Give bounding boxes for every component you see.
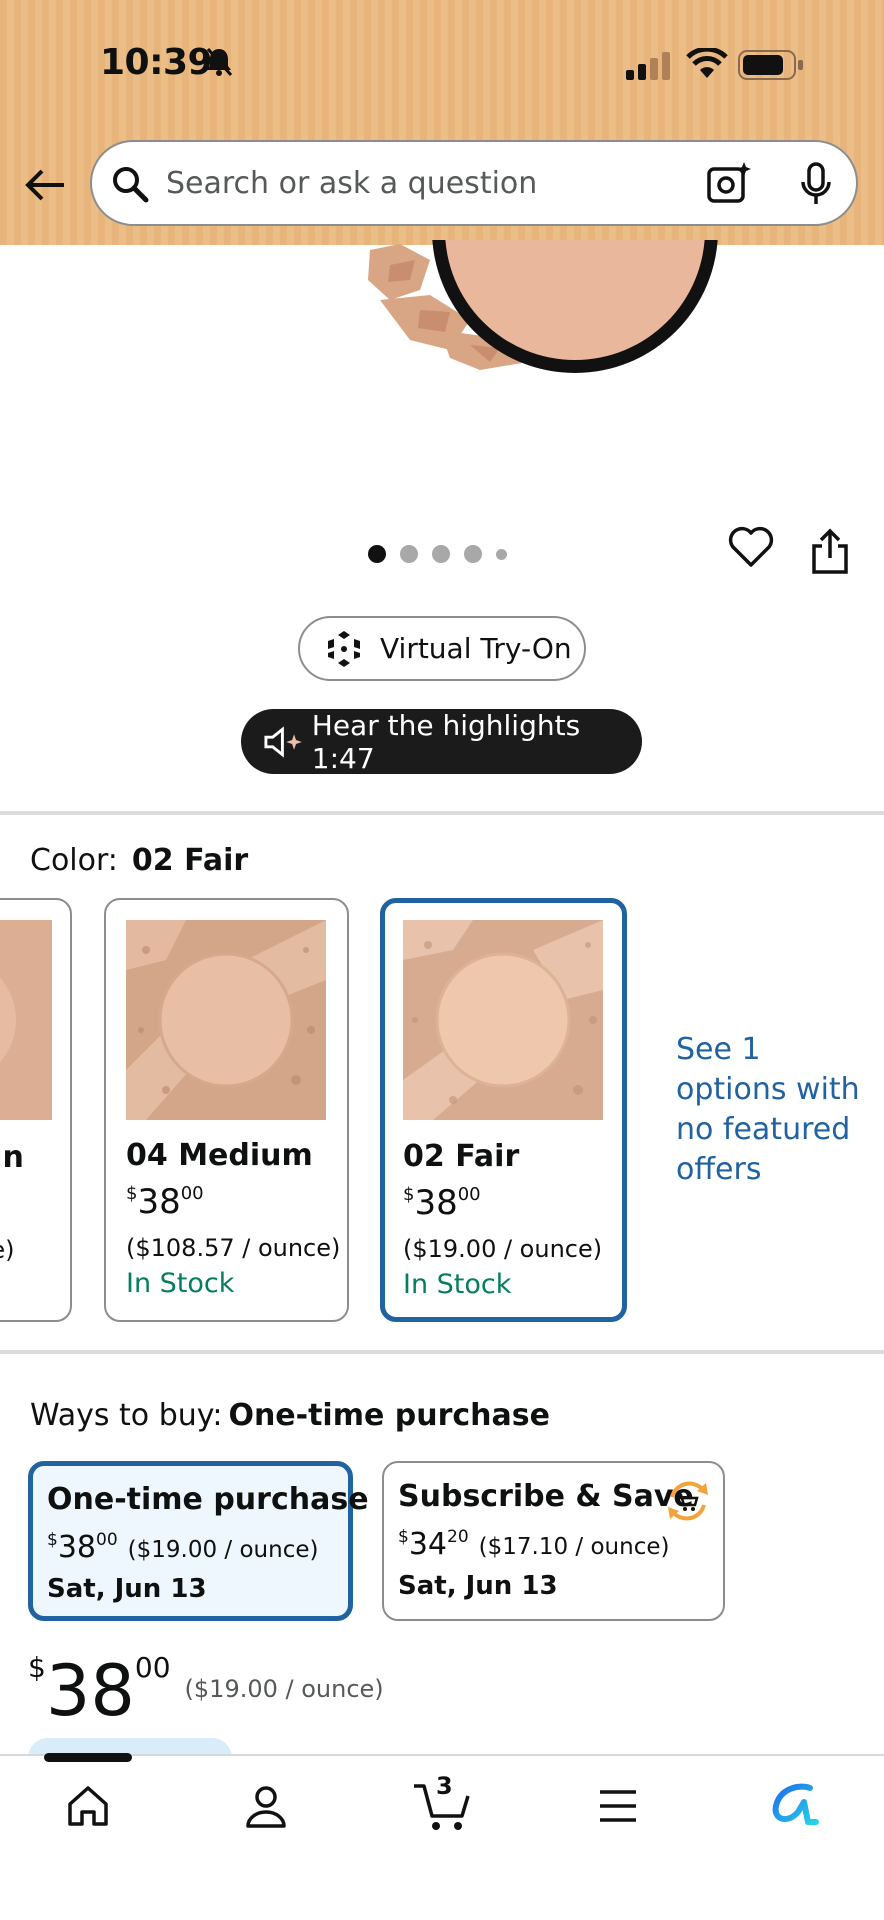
see-more-options-link[interactable]: See 1 options with no featured offers: [676, 1030, 876, 1190]
option-title: One-time purchase: [47, 1482, 369, 1517]
color-swatch[interactable]: ain nce): [0, 898, 72, 1322]
search-placeholder: Search or ask a question: [166, 166, 538, 201]
home-indicator: [44, 1753, 132, 1762]
swatch-unit-price: ($19.00 / ounce): [403, 1235, 603, 1263]
subscribe-and-save-option[interactable]: Subscribe & Save $3420 ($17.10 / ounce) S…: [382, 1461, 725, 1621]
swatch-name: 02 Fair: [403, 1139, 520, 1174]
swatch-name: 04 Medium: [126, 1138, 313, 1173]
cellular-signal-icon: [626, 52, 670, 80]
option-price: $3420 ($17.10 / ounce): [398, 1527, 670, 1562]
section-divider: [0, 1350, 884, 1354]
color-swatch-02-fair[interactable]: 02 Fair $3800 ($19.00 / ounce) In Stock: [380, 898, 627, 1322]
swatch-thumbnail: [403, 920, 603, 1120]
swatch-name: ain: [0, 1140, 24, 1175]
swatch-unit-price: ($108.57 / ounce): [126, 1234, 341, 1262]
one-time-purchase-option[interactable]: One-time purchase $3800 ($19.00 / ounce) …: [28, 1461, 369, 1621]
wifi-icon: [686, 48, 728, 78]
virtual-try-on-button[interactable]: Virtual Try-On: [298, 616, 586, 681]
stock-status: In Stock: [126, 1268, 235, 1299]
swatch-price: $3800: [403, 1183, 481, 1223]
product-image[interactable]: [360, 240, 740, 380]
share-icon[interactable]: [810, 528, 850, 576]
cube-icon: [328, 630, 360, 667]
heart-icon[interactable]: [728, 526, 774, 568]
swatch-thumbnail: [126, 920, 326, 1120]
ways-to-buy-label: Ways to buy: One-time purchase: [30, 1398, 550, 1433]
hear-highlights-button[interactable]: Hear the highlights 1:47: [241, 708, 642, 775]
pagination-dot[interactable]: [400, 545, 418, 563]
app-header: 10:39 Search or ask a question: [0, 0, 884, 245]
color-swatch-04-medium[interactable]: 04 Medium $3800 ($108.57 / ounce) In Sto…: [104, 898, 349, 1322]
swatch-unit-price: nce): [0, 1236, 15, 1264]
speaker-sparkle-icon: [264, 725, 302, 758]
microphone-icon[interactable]: [798, 162, 834, 206]
swatch-thumbnail: [0, 920, 52, 1120]
camera-search-icon[interactable]: [706, 160, 752, 206]
subscribe-cart-icon: [668, 1481, 708, 1521]
back-arrow-icon[interactable]: [20, 160, 70, 210]
silent-bell-icon: [206, 48, 233, 76]
hear-highlights-label: Hear the highlights 1:47: [311, 708, 581, 775]
virtual-try-on-label: Virtual Try-On: [380, 632, 572, 665]
bottom-navigation: 3: [0, 1754, 884, 1920]
delivery-date: Sat, Jun 13: [47, 1574, 207, 1604]
search-icon: [113, 167, 149, 203]
pagination-dot[interactable]: [432, 545, 450, 563]
swatch-price: $3800: [126, 1182, 204, 1222]
battery-icon: [738, 50, 803, 80]
selected-purchase-type: One-time purchase: [228, 1398, 550, 1433]
pagination-dot[interactable]: [368, 545, 386, 563]
delivery-date: Sat, Jun 13: [398, 1571, 558, 1601]
status-time: 10:39: [100, 42, 213, 83]
cart-count-badge: 3: [436, 1772, 453, 1800]
option-price: $3800 ($19.00 / ounce): [47, 1530, 319, 1565]
product-price: $3800($19.00 / ounce): [28, 1650, 384, 1732]
price-per-ounce: ($19.00 / ounce): [184, 1675, 384, 1703]
home-icon[interactable]: [64, 1782, 112, 1830]
section-divider: [0, 811, 884, 815]
pagination-dot[interactable]: [464, 545, 482, 563]
search-input[interactable]: Search or ask a question: [90, 140, 858, 226]
stock-status: In Stock: [403, 1269, 512, 1300]
cart-button[interactable]: 3: [412, 1772, 472, 1832]
pagination-dot[interactable]: [496, 548, 507, 560]
image-pagination-dots[interactable]: [368, 545, 507, 563]
menu-icon[interactable]: [596, 1786, 640, 1826]
rufus-icon[interactable]: [770, 1782, 820, 1828]
selected-color: 02 Fair: [131, 843, 249, 878]
account-icon[interactable]: [242, 1782, 290, 1830]
option-title: Subscribe & Save: [398, 1479, 694, 1514]
color-selection-label: Color: 02 Fair: [30, 843, 249, 878]
